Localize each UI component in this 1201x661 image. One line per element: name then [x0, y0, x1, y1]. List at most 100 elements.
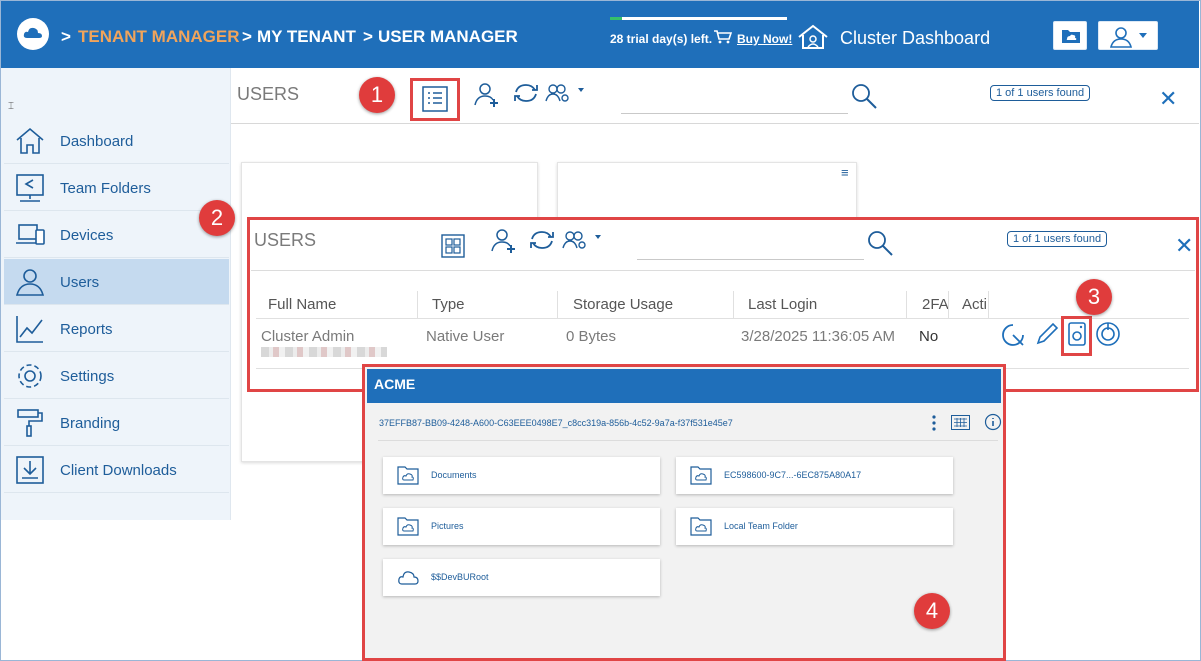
sync-status-icon[interactable] [1095, 321, 1121, 352]
buy-now-link[interactable]: Buy Now! [737, 32, 792, 46]
breadcrumb-user-manager: USER MANAGER [378, 27, 518, 46]
column-header[interactable]: Acti [962, 296, 987, 313]
breadcrumb-separator: > [363, 27, 373, 46]
add-user-icon[interactable] [473, 80, 503, 115]
callout-badge: 1 [359, 77, 395, 113]
two-fa-status: No [919, 328, 939, 345]
trial-progress-bar [610, 17, 787, 20]
folder-item[interactable]: $$DevBURoot [383, 559, 660, 596]
close-icon[interactable]: ✕ [1175, 233, 1193, 259]
close-icon[interactable]: ✕ [1159, 86, 1177, 112]
cloud-folder-icon [397, 517, 419, 536]
user-full-name[interactable]: Cluster Admin [261, 328, 354, 345]
table-header [256, 289, 1189, 319]
folder-item[interactable]: Local Team Folder [676, 508, 953, 545]
folder-item[interactable]: Pictures [383, 508, 660, 545]
collapse-icon[interactable]: ⌶ [8, 101, 14, 112]
folder-icon [1062, 30, 1080, 43]
cluster-dashboard-link[interactable]: Cluster Dashboard [840, 28, 990, 49]
folder-item[interactable]: Documents [383, 457, 660, 494]
breadcrumb-separator: > [242, 27, 252, 46]
group-settings-icon[interactable] [545, 82, 587, 109]
devices-icon [16, 224, 45, 245]
user-menu-button[interactable] [1098, 21, 1158, 50]
cloud-logo-icon[interactable] [17, 18, 49, 50]
sidebar-item-label: Team Folders [60, 180, 151, 197]
list-view-icon[interactable] [422, 86, 448, 117]
storage-usage: 0 Bytes [566, 328, 617, 345]
highlight-storage-icon [1061, 316, 1092, 356]
breadcrumb-tenant-manager[interactable]: TENANT MANAGER [78, 27, 240, 47]
top-bar: > TENANT MANAGER > MY TENANT > USER MANA… [1, 1, 1199, 68]
folder-label: Local Team Folder [724, 521, 798, 531]
menu-icon[interactable]: ≡ [841, 165, 849, 180]
storage-id-text: 37EFFB87-BB09-4248-A600-C63EEE0498E7_c8c… [379, 418, 733, 428]
blurred-email [261, 347, 387, 357]
user-profile-icon [1109, 27, 1147, 48]
password-reset-icon[interactable] [1000, 322, 1026, 353]
edit-pencil-icon[interactable] [1034, 321, 1060, 352]
cloud-icon [398, 571, 419, 585]
refresh-icon[interactable] [512, 82, 540, 109]
column-header[interactable]: Type [432, 296, 465, 313]
sidebar-item-label: Devices [60, 227, 114, 244]
sidebar-item-branding[interactable]: Branding [4, 400, 229, 446]
search-input[interactable] [637, 259, 864, 260]
sidebar-item-users[interactable]: Users [4, 259, 229, 305]
home-icon [16, 127, 44, 154]
refresh-icon[interactable] [528, 229, 556, 256]
callout-badge: 4 [914, 593, 950, 629]
sidebar-item-team-folders[interactable]: Team Folders [4, 165, 229, 211]
panel-title: USERS [254, 230, 317, 250]
cluster-home-icon[interactable] [797, 24, 829, 55]
group-settings-icon[interactable] [562, 229, 604, 256]
users-found-badge: 1 of 1 users found [1007, 231, 1108, 247]
sidebar-item-settings[interactable]: Settings [4, 353, 229, 399]
folder-item[interactable]: EC598600-9C7...-6EC875A80A17 [676, 457, 953, 494]
column-header[interactable]: 2FA [922, 296, 949, 313]
more-options-icon[interactable] [930, 414, 938, 437]
breadcrumb-my-tenant[interactable]: MY TENANT [257, 27, 356, 47]
column-header[interactable]: Last Login [748, 296, 817, 313]
divider [251, 270, 1195, 271]
storage-panel-title: ACME [374, 376, 416, 392]
column-header[interactable]: Storage Usage [573, 296, 673, 313]
sidebar-item-label: Dashboard [60, 133, 134, 150]
cloud-folder-icon [690, 466, 712, 485]
grid-toggle-icon[interactable] [951, 415, 970, 435]
divider [378, 440, 998, 441]
search-icon[interactable] [850, 82, 878, 115]
sidebar-item-label: Settings [60, 368, 115, 385]
paint-roller-icon [17, 409, 43, 437]
cloud-folder-icon [397, 466, 419, 485]
user-tile[interactable] [557, 162, 857, 222]
reports-icon [16, 316, 43, 343]
cloud-folder-icon [690, 517, 712, 536]
folder-label: EC598600-9C7...-6EC875A80A17 [724, 470, 862, 480]
grid-view-icon[interactable] [441, 234, 465, 263]
column-header[interactable]: Full Name [268, 296, 336, 313]
trial-days-text: 28 trial day(s) left. [610, 32, 713, 46]
add-user-icon[interactable] [490, 226, 520, 261]
breadcrumb-separator: > [61, 27, 71, 46]
info-icon[interactable] [984, 413, 1002, 436]
sidebar-item-label: Client Downloads [60, 462, 177, 479]
callout-badge: 3 [1076, 279, 1112, 315]
folder-label: Documents [431, 470, 477, 480]
team-folders-icon [16, 174, 44, 202]
sidebar-item-client-downloads[interactable]: Client Downloads [4, 447, 229, 493]
sidebar-item-devices[interactable]: Devices [4, 212, 229, 258]
last-login: 3/28/2025 11:36:05 AM [741, 328, 896, 345]
cart-icon[interactable] [714, 30, 733, 49]
sidebar-item-reports[interactable]: Reports [4, 306, 229, 352]
search-input[interactable] [621, 113, 848, 114]
sidebar-item-label: Reports [60, 321, 113, 338]
folder-label: $$DevBURoot [431, 572, 489, 582]
user-type: Native User [426, 328, 505, 345]
sidebar-item-dashboard[interactable]: Dashboard [4, 118, 229, 164]
users-icon [15, 269, 45, 296]
search-icon[interactable] [866, 229, 894, 262]
sidebar-item-label: Branding [60, 415, 121, 432]
folder-button[interactable] [1053, 21, 1087, 50]
download-icon [16, 456, 44, 484]
